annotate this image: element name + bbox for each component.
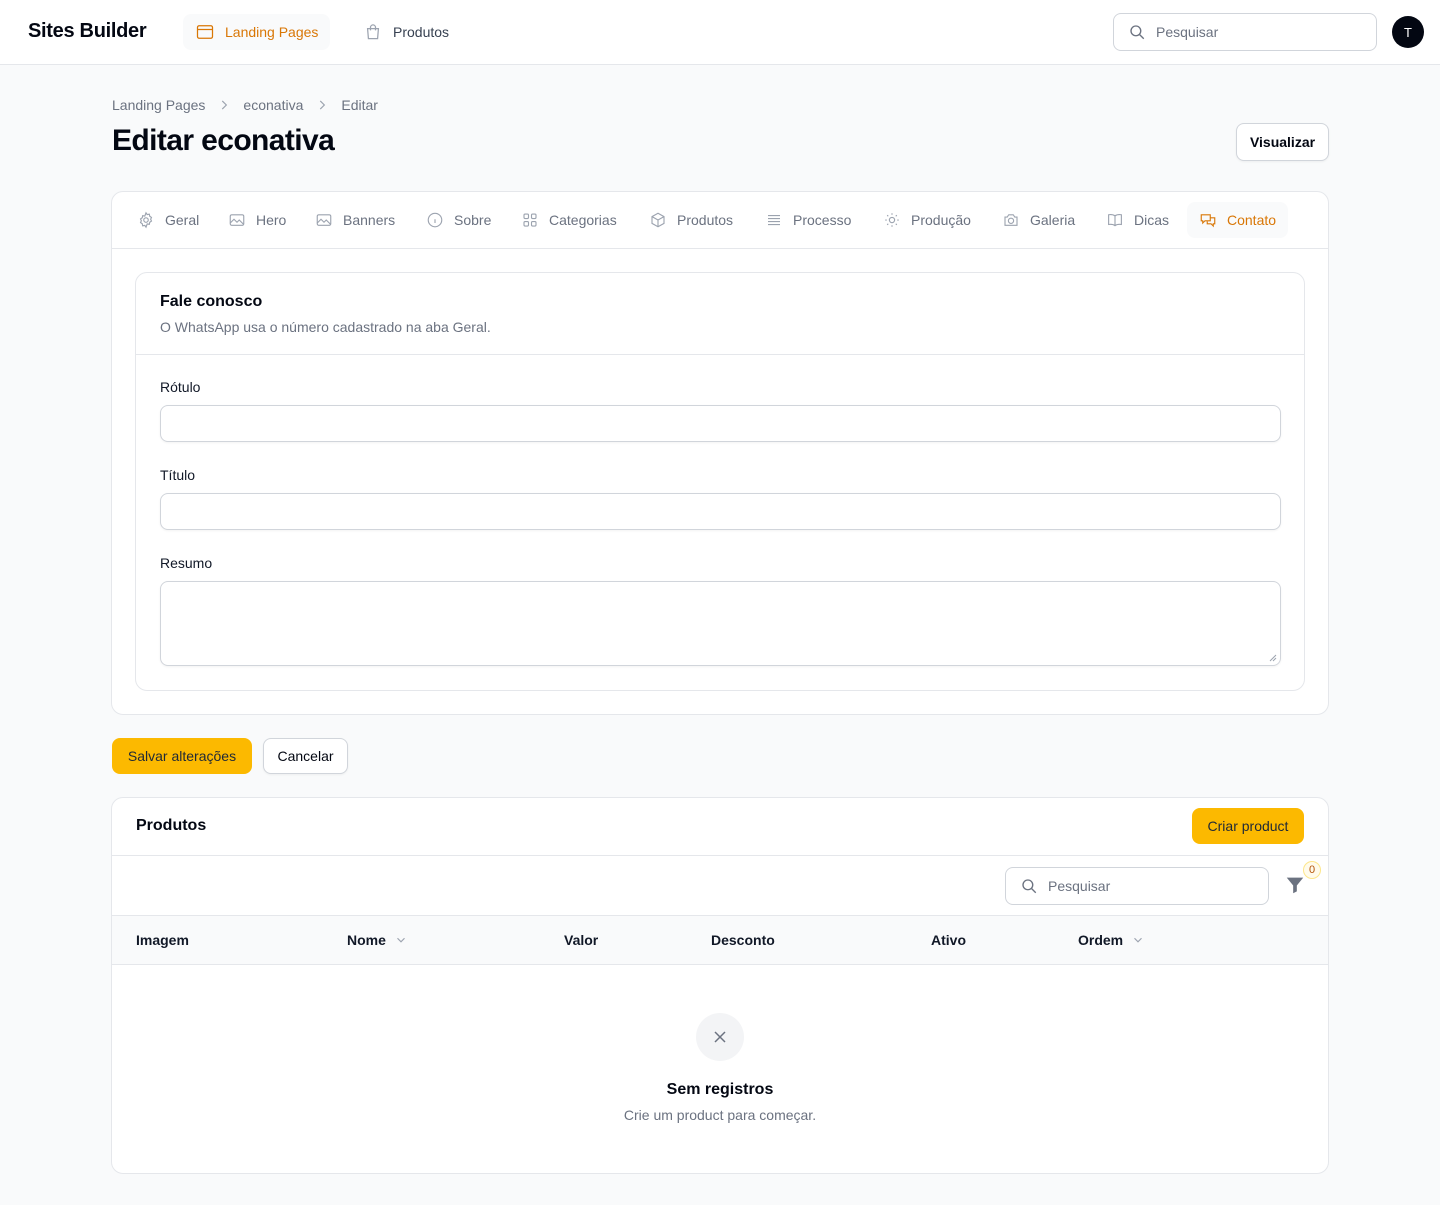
edit-form-card: Geral Hero Banners Sobre Categorias Prod… [111, 191, 1329, 715]
resumo-textarea[interactable] [160, 581, 1281, 666]
products-header: Produtos Criar product [112, 798, 1328, 856]
column-label: Ordem [1078, 932, 1124, 948]
cancel-button[interactable]: Cancelar [263, 738, 348, 774]
photo-icon [229, 214, 245, 226]
cube-icon [651, 212, 665, 228]
user-avatar[interactable]: T [1392, 16, 1424, 48]
column-imagem: Imagem [136, 932, 189, 948]
nav-landing-pages[interactable]: Landing Pages [183, 14, 331, 50]
column-valor: Valor [564, 932, 598, 948]
tab-banners[interactable]: Banners [303, 202, 407, 238]
tab-label: Categorias [549, 212, 617, 228]
column-ativo: Ativo [931, 932, 966, 948]
tab-label: Produtos [677, 212, 734, 228]
column-label: Valor [564, 932, 599, 948]
tab-label: Dicas [1134, 212, 1170, 228]
column-label: Desconto [711, 932, 775, 948]
column-label: Ativo [931, 932, 966, 948]
column-nome[interactable]: Nome [347, 932, 408, 948]
shopping-bag-icon [366, 24, 380, 40]
tab-processo[interactable]: Processo [753, 202, 863, 238]
tab-label: Sobre [454, 212, 492, 228]
column-label: Imagem [136, 932, 189, 948]
tab-label: Produção [911, 212, 971, 228]
queue-list-icon [768, 214, 780, 226]
tab-label: Galeria [1030, 212, 1076, 228]
filter-count-badge: 0 [1303, 861, 1321, 879]
view-button[interactable]: Visualizar [1236, 123, 1329, 161]
browser-window-icon [196, 25, 214, 39]
table-header: Imagem Nome Valor Desconto Ativo Ordem [112, 916, 1328, 965]
tab-geral[interactable]: Geral [125, 202, 211, 238]
chat-bubbles-icon [1200, 214, 1216, 228]
table-search-input[interactable] [1048, 878, 1248, 894]
resumo-label: Resumo [160, 555, 213, 571]
empty-state-title: Sem registros [666, 1081, 774, 1098]
tab-label: Geral [165, 212, 200, 228]
rotulo-input[interactable] [160, 405, 1281, 442]
chevron-right-icon [217, 98, 231, 112]
book-open-icon [1108, 214, 1122, 227]
global-search[interactable] [1113, 13, 1377, 51]
close-icon [714, 1031, 726, 1043]
tab-label: Processo [793, 212, 852, 228]
tab-label: Banners [343, 212, 396, 228]
sun-icon [885, 213, 899, 227]
tab-dicas[interactable]: Dicas [1094, 202, 1181, 238]
chevron-right-icon [315, 98, 329, 112]
chevron-down-icon [396, 937, 405, 943]
tab-categorias[interactable]: Categorias [509, 202, 629, 238]
tab-label: Hero [256, 212, 287, 228]
nav-produtos-label: Produtos [393, 24, 450, 40]
breadcrumb: Landing Pages econativa Editar [112, 97, 378, 113]
tab-produtos[interactable]: Produtos [637, 202, 745, 238]
section-header: Fale conosco O WhatsApp usa o número cad… [136, 273, 1304, 355]
camera-icon [1004, 214, 1018, 226]
brand-logo[interactable]: Sites Builder [28, 20, 147, 43]
save-button[interactable]: Salvar alterações [112, 738, 252, 774]
tab-sobre[interactable]: Sobre [414, 202, 503, 238]
column-label: Nome [347, 932, 386, 948]
section-title: Fale conosco [160, 293, 263, 310]
page-title: Editar econativa [112, 124, 335, 157]
breadcrumb-current: Editar [341, 97, 378, 113]
nav-landing-pages-label: Landing Pages [225, 24, 319, 40]
column-ordem[interactable]: Ordem [1078, 932, 1145, 948]
tab-galeria[interactable]: Galeria [990, 202, 1087, 238]
top-bar: Sites Builder Landing Pages Produtos T [0, 0, 1440, 65]
squares-grid-icon [523, 213, 537, 227]
column-desconto: Desconto [711, 932, 775, 948]
contact-section: Fale conosco O WhatsApp usa o número cad… [135, 272, 1305, 691]
section-description: O WhatsApp usa o número cadastrado na ab… [160, 319, 491, 335]
filter-icon[interactable] [1284, 874, 1306, 896]
titulo-input[interactable] [160, 493, 1281, 530]
info-circle-icon [427, 212, 443, 228]
nav-produtos[interactable]: Produtos [351, 14, 461, 50]
breadcrumb-econativa[interactable]: econativa [243, 97, 303, 113]
breadcrumb-landing-pages[interactable]: Landing Pages [112, 97, 205, 113]
gear-icon [139, 211, 153, 229]
global-search-input[interactable] [1156, 24, 1356, 40]
products-title: Produtos [136, 817, 207, 834]
resize-handle-icon[interactable] [1269, 654, 1277, 662]
empty-state-description: Crie um product para começar. [623, 1107, 817, 1123]
table-search[interactable] [1005, 867, 1269, 905]
search-icon [1022, 879, 1037, 894]
photo-icon [316, 214, 332, 226]
titulo-label: Título [160, 467, 196, 483]
tab-contato[interactable]: Contato [1187, 202, 1289, 238]
rotulo-label: Rótulo [160, 379, 201, 395]
create-product-button[interactable]: Criar product [1192, 808, 1304, 844]
tab-hero[interactable]: Hero [216, 202, 298, 238]
empty-state-icon [696, 1013, 744, 1061]
products-card: Produtos Criar product 0 Imagem Nome Val… [111, 797, 1329, 1174]
table-toolbar: 0 [112, 856, 1328, 916]
search-icon [1130, 25, 1145, 40]
tab-label: Contato [1227, 212, 1277, 228]
chevron-down-icon [1134, 937, 1143, 943]
tab-bar: Geral Hero Banners Sobre Categorias Prod… [112, 192, 1328, 249]
tab-producao[interactable]: Produção [871, 202, 983, 238]
